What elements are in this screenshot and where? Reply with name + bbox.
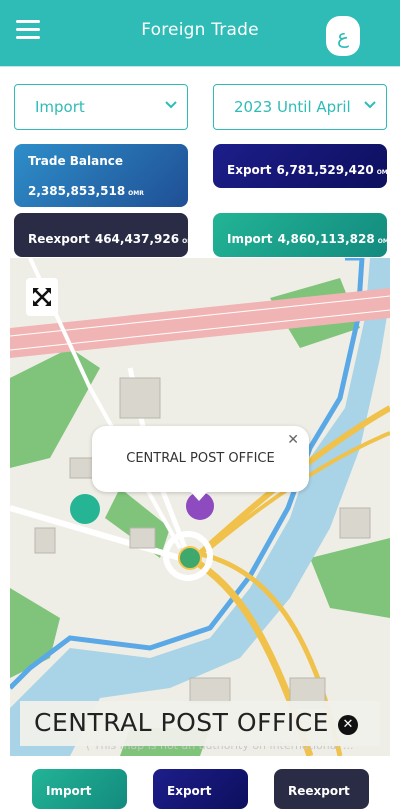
close-icon[interactable]: ✕ bbox=[287, 432, 299, 448]
currency-unit: OMR bbox=[376, 169, 393, 176]
chevron-down-icon bbox=[364, 101, 376, 109]
reexport-label: Reexport bbox=[28, 232, 90, 246]
close-icon[interactable]: ✕ bbox=[338, 715, 358, 735]
trade-balance-label: Trade Balance bbox=[28, 154, 124, 168]
import-value: 4,860,113,828 bbox=[277, 232, 375, 246]
popup-place-name: CENTRAL POST OFFICE bbox=[126, 451, 275, 466]
fullscreen-button[interactable] bbox=[26, 278, 58, 316]
app-header: Foreign Trade ع bbox=[0, 0, 400, 67]
tab-export[interactable]: Export bbox=[153, 769, 248, 809]
import-label: Import bbox=[227, 232, 273, 246]
selected-place-bar: CENTRAL POST OFFICE ✕ bbox=[20, 701, 380, 746]
tab-import[interactable]: Import bbox=[32, 769, 127, 809]
export-card[interactable]: Export 6,781,529,420 OMR bbox=[213, 144, 392, 188]
currency-unit: OMR bbox=[128, 190, 144, 197]
export-value: 6,781,529,420 bbox=[276, 163, 374, 177]
popup-pointer bbox=[190, 491, 208, 501]
map-marker-teal[interactable] bbox=[70, 494, 100, 524]
expand-icon bbox=[33, 288, 51, 306]
tab-reexport[interactable]: Reexport bbox=[274, 769, 369, 809]
trade-type-value: Import bbox=[35, 98, 85, 116]
chevron-down-icon bbox=[165, 101, 177, 109]
trade-balance-value: 2,385,853,518 bbox=[28, 184, 126, 198]
map-popup: ✕ CENTRAL POST OFFICE bbox=[92, 426, 309, 501]
currency-unit: OMR bbox=[377, 238, 394, 245]
reexport-value: 464,437,926 bbox=[94, 232, 180, 246]
import-card[interactable]: Import 4,860,113,828 OMR bbox=[213, 213, 393, 257]
export-label: Export bbox=[227, 163, 272, 177]
trade-type-select[interactable]: Import bbox=[14, 84, 188, 130]
language-toggle-button[interactable]: ع bbox=[326, 16, 360, 56]
currency-unit: OMR bbox=[182, 238, 198, 245]
period-value: 2023 Until April bbox=[234, 98, 351, 116]
reexport-card[interactable]: Reexport 464,437,926 OMR bbox=[14, 213, 198, 257]
map-view[interactable]: ✕ CENTRAL POST OFFICE ( This map is not … bbox=[10, 258, 390, 756]
trade-balance-card[interactable]: Trade Balance 2,385,853,518 OMR bbox=[14, 144, 188, 207]
map-marker-green[interactable] bbox=[178, 546, 202, 570]
period-select[interactable]: 2023 Until April bbox=[213, 84, 387, 130]
selected-place-title: CENTRAL POST OFFICE bbox=[34, 708, 329, 737]
